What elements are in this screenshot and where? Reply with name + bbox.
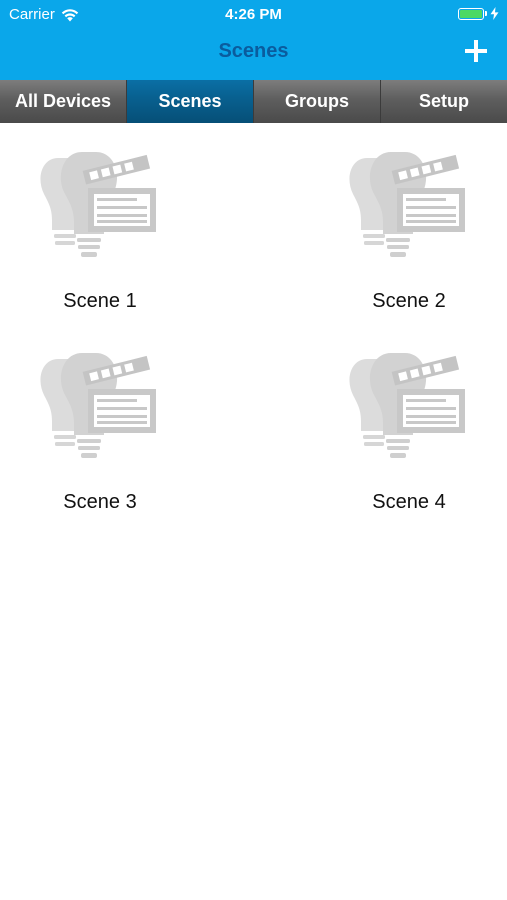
scene-tile-2[interactable]: Scene 2 [334, 150, 484, 330]
tab-groups[interactable]: Groups [254, 80, 381, 123]
tab-setup[interactable]: Setup [381, 80, 507, 123]
scene-bulb-clapper-icon [38, 351, 158, 471]
tab-all-devices[interactable]: All Devices [0, 80, 127, 123]
scene-bulb-clapper-icon [347, 150, 467, 270]
status-time: 4:26 PM [225, 6, 282, 23]
scene-label: Scene 3 [63, 491, 137, 513]
section-tab-bar: All Devices Scenes Groups Setup [0, 80, 507, 123]
charging-bolt-icon [490, 7, 499, 20]
scene-bulb-clapper-icon [38, 150, 158, 270]
scene-label: Scene 2 [372, 290, 446, 312]
plus-icon [465, 40, 487, 62]
scene-label: Scene 1 [63, 290, 137, 312]
tab-scenes[interactable]: Scenes [127, 80, 254, 123]
scene-label: Scene 4 [372, 491, 446, 513]
add-scene-button[interactable] [463, 38, 489, 64]
page-title: Scenes [218, 40, 289, 62]
status-bar: Carrier 4:26 PM [0, 0, 507, 28]
battery-fill [460, 9, 482, 18]
battery-indicator [458, 7, 499, 20]
battery-tip [485, 11, 487, 16]
app-screen: Carrier 4:26 PM Scenes All Devices Scene… [0, 0, 507, 900]
scene-tile-1[interactable]: Scene 1 [25, 150, 175, 330]
scene-tile-3[interactable]: Scene 3 [25, 351, 175, 531]
scene-bulb-clapper-icon [347, 351, 467, 471]
scene-tile-4[interactable]: Scene 4 [334, 351, 484, 531]
battery-icon [458, 7, 484, 20]
